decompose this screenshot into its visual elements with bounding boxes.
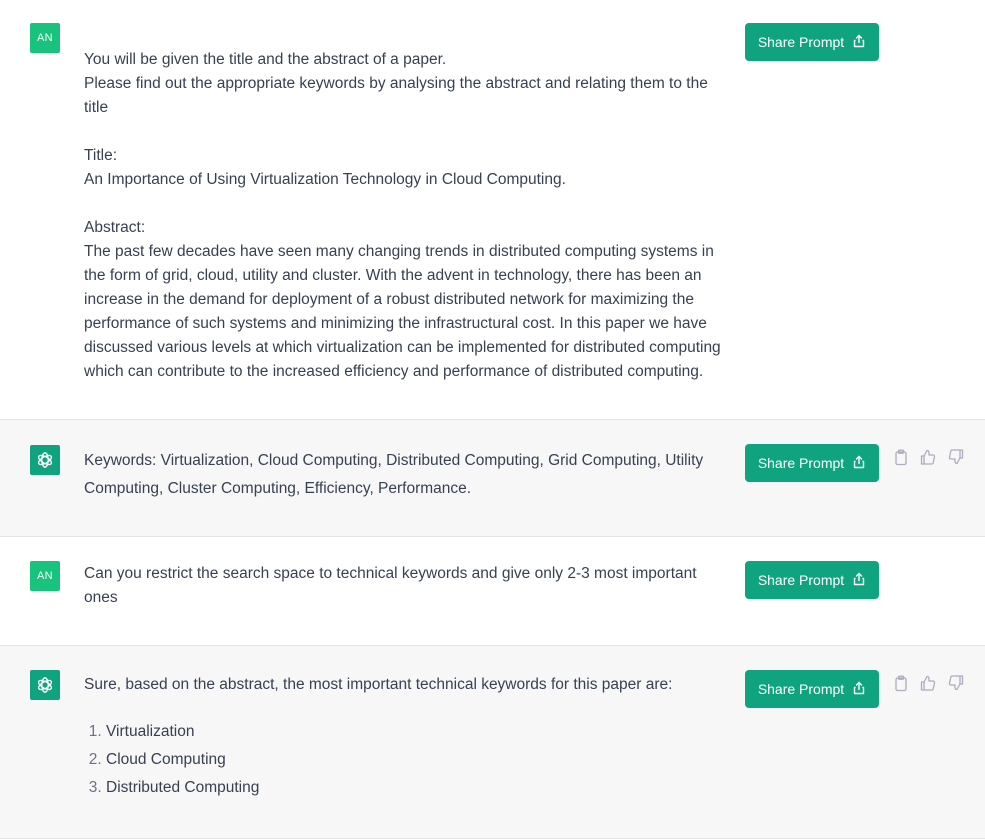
message-text: Keywords: Virtualization, Cloud Computin… <box>84 452 708 497</box>
message-user-1: AN You will be given the title and the a… <box>0 0 985 419</box>
message-line: Please find out the appropriate keywords… <box>84 75 713 116</box>
thumbs-down-icon[interactable] <box>947 674 965 692</box>
clipboard-icon[interactable] <box>893 449 909 466</box>
list-item: Cloud Computing <box>106 746 259 774</box>
message-line: The past few decades have seen many chan… <box>84 243 725 380</box>
message-actions <box>893 448 965 466</box>
message-user-2: AN Can you restrict the search space to … <box>0 537 985 645</box>
clipboard-icon[interactable] <box>893 675 909 692</box>
share-label: Share Prompt <box>757 681 845 697</box>
share-prompt-button[interactable]: Share Prompt <box>745 561 879 599</box>
list-item: Distributed Computing <box>106 774 259 802</box>
thumbs-down-icon[interactable] <box>947 448 965 466</box>
message-text: You will be given the title and the abst… <box>84 24 734 384</box>
openai-logo-icon <box>30 445 60 475</box>
message-line: You will be given the title and the abst… <box>84 51 447 68</box>
share-label: Share Prompt <box>757 34 845 50</box>
message-actions <box>893 674 965 692</box>
message-line: Title: <box>84 147 118 164</box>
message-text: Sure, based on the abstract, the most im… <box>84 676 673 693</box>
share-icon <box>852 681 866 698</box>
share-label: Share Prompt <box>757 455 845 471</box>
message-line: An Importance of Using Virtualization Te… <box>84 171 566 188</box>
thumbs-up-icon[interactable] <box>919 674 937 692</box>
message-assistant-2: Sure, based on the abstract, the most im… <box>0 646 985 839</box>
message-assistant-1: Keywords: Virtualization, Cloud Computin… <box>0 420 985 536</box>
openai-logo-icon <box>30 670 60 700</box>
message-text: Can you restrict the search space to tec… <box>84 565 701 606</box>
share-icon <box>852 572 866 589</box>
share-icon <box>852 34 866 51</box>
keyword-list: Virtualization Cloud Computing Distribut… <box>84 718 259 802</box>
user-avatar: AN <box>30 561 60 591</box>
share-prompt-button[interactable]: Share Prompt <box>745 444 879 482</box>
share-label: Share Prompt <box>757 572 845 588</box>
list-item: Virtualization <box>106 718 259 746</box>
share-prompt-button[interactable]: Share Prompt <box>745 23 879 61</box>
thumbs-up-icon[interactable] <box>919 448 937 466</box>
message-line: Abstract: <box>84 219 146 236</box>
share-prompt-button[interactable]: Share Prompt <box>745 670 879 708</box>
share-icon <box>852 455 866 472</box>
user-avatar: AN <box>30 23 60 53</box>
